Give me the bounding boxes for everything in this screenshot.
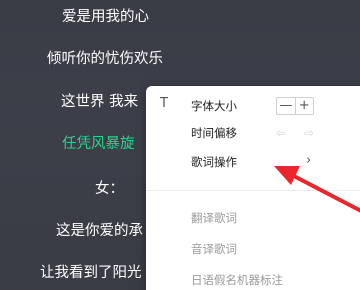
- time-offset-controls: ⇦ ⇨: [276, 126, 314, 140]
- font-icon: T: [160, 96, 168, 111]
- lyrics-context-menu: T 字体大小 — + 时间偏移 ⇦ ⇨ 歌词操作 › 翻译歌词 音译歌词 日语假…: [146, 86, 360, 290]
- lyric-line: 这世界 我来: [61, 94, 139, 110]
- translate-lyrics-label: 翻译歌词: [191, 211, 237, 225]
- lyric-line: 倾听你的忧伤欢乐: [47, 51, 163, 67]
- increase-font-button[interactable]: +: [294, 98, 314, 114]
- menu-item-transliterate[interactable]: 音译歌词: [146, 238, 360, 260]
- lyric-line: 爱是用我的心: [62, 9, 149, 25]
- menu-item-font-size: T 字体大小 — +: [146, 95, 360, 117]
- menu-divider: [146, 190, 360, 191]
- font-size-label: 字体大小: [191, 99, 237, 113]
- chevron-right-icon: ›: [306, 153, 312, 168]
- lyric-line-current: 任凭风暴旋: [62, 136, 135, 152]
- transliterate-lyrics-label: 音译歌词: [191, 242, 237, 256]
- shift-later-icon[interactable]: ⇨: [304, 126, 314, 140]
- lyric-line: 女：: [95, 181, 124, 197]
- font-size-stepper: — +: [276, 97, 314, 115]
- lyric-line: 这是你爱的承: [56, 223, 143, 239]
- menu-item-translate[interactable]: 翻译歌词: [146, 207, 360, 229]
- menu-item-time-offset: 时间偏移 ⇦ ⇨: [146, 122, 360, 144]
- decrease-font-button[interactable]: —: [277, 98, 295, 114]
- menu-item-lyric-operations[interactable]: 歌词操作 ›: [146, 151, 360, 173]
- menu-item-kana[interactable]: 日语假名机器标注: [146, 269, 360, 290]
- shift-earlier-icon[interactable]: ⇦: [276, 126, 286, 140]
- lyric-line: 让我看到了阳光: [40, 265, 142, 281]
- time-offset-label: 时间偏移: [191, 126, 237, 140]
- kana-annotation-label: 日语假名机器标注: [191, 273, 283, 287]
- lyric-operations-label: 歌词操作: [191, 155, 237, 169]
